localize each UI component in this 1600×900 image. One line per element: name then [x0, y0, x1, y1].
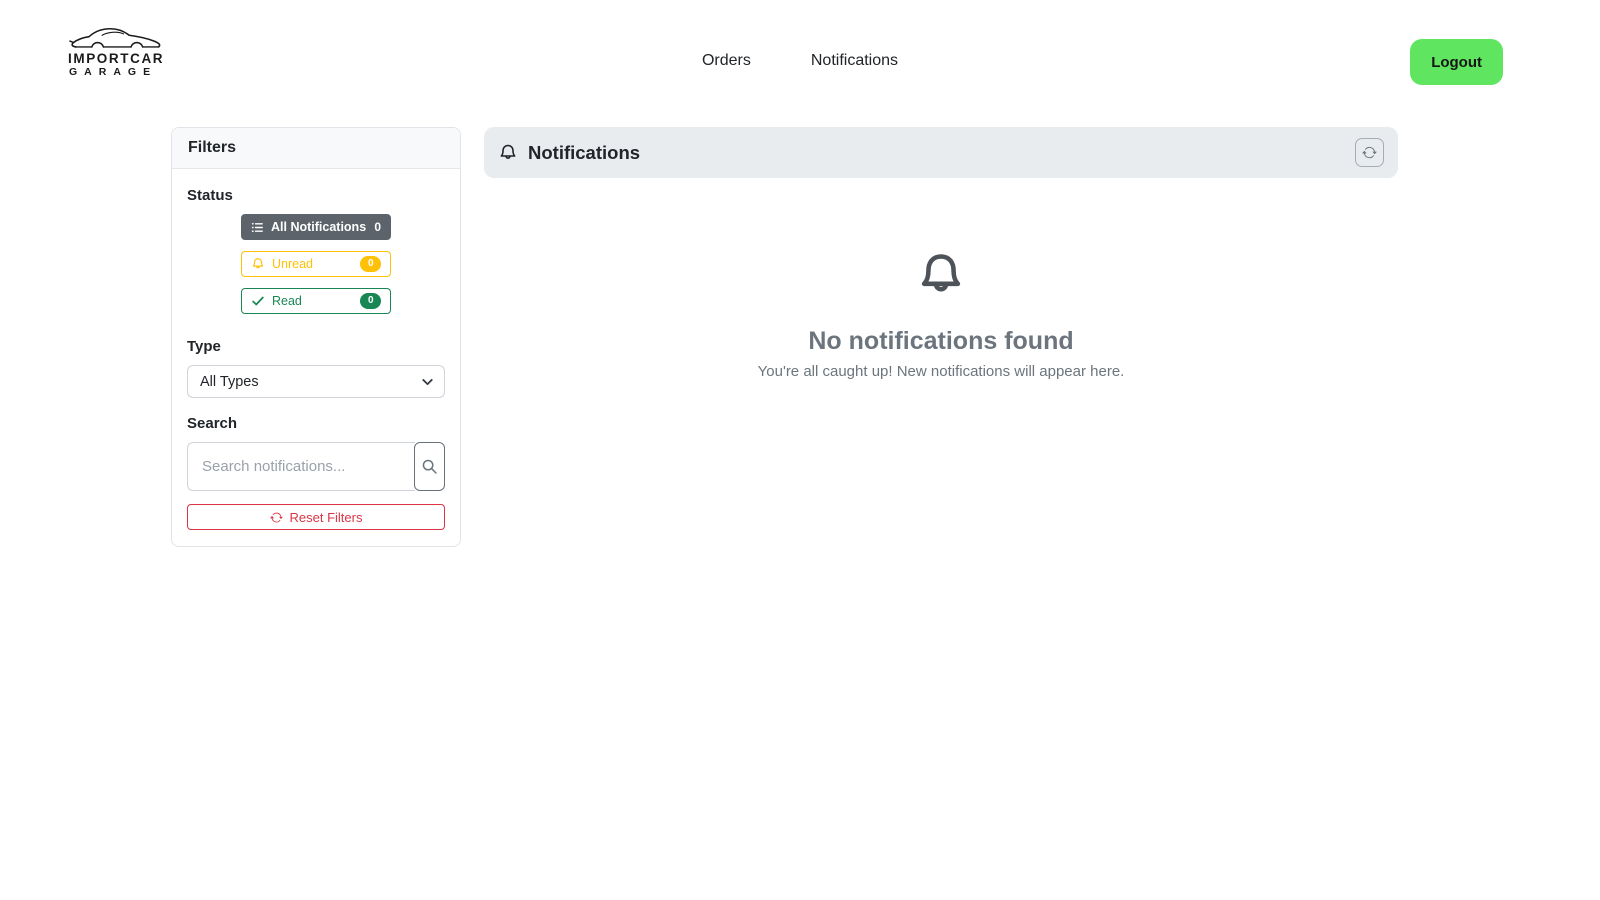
refresh-button[interactable] [1355, 138, 1384, 167]
refresh-icon [269, 511, 283, 524]
type-label: Type [187, 338, 221, 355]
type-select-wrap: All Types [187, 365, 445, 398]
empty-state-subtitle: You're all caught up! New notifications … [757, 363, 1125, 380]
nav-orders[interactable]: Orders [702, 52, 751, 70]
reset-filters-button[interactable]: Reset Filters [187, 504, 445, 530]
filters-title: Filters [172, 128, 460, 169]
search-label: Search [187, 415, 238, 432]
reset-filters-label: Reset Filters [289, 509, 363, 525]
filter-label: All Notifications [271, 219, 367, 234]
status-filter-group: All Notifications 0 Unread 0 Read 0 [241, 214, 391, 314]
brand-name: IMPORTCAR [68, 51, 165, 66]
nav-notifications[interactable]: Notifications [811, 52, 898, 70]
filter-label: Unread [272, 256, 313, 271]
filter-label: Read [272, 293, 302, 308]
empty-state-title: No notifications found [808, 327, 1074, 355]
app-header: IMPORTCAR GARAGE Orders Notifications Lo… [0, 0, 1600, 103]
refresh-icon [1362, 145, 1377, 160]
main-nav: Orders Notifications [702, 52, 898, 70]
filter-read-button[interactable]: Read 0 [241, 288, 391, 314]
bell-icon [251, 257, 265, 271]
notifications-header-bar: Notifications [484, 127, 1398, 178]
panel-title: Notifications [528, 141, 641, 163]
search-button[interactable] [414, 442, 445, 491]
notifications-panel: Notifications No notifications found You… [484, 127, 1398, 380]
search-group [187, 442, 445, 491]
list-icon [251, 221, 264, 234]
count-badge: 0 [360, 293, 381, 309]
brand-subname: GARAGE [69, 66, 158, 79]
filters-panel: Filters Status All Notifications 0 Unrea… [171, 127, 461, 547]
search-icon [421, 458, 438, 475]
type-select[interactable]: All Types [187, 365, 445, 398]
status-label: Status [187, 187, 233, 204]
content-area: Filters Status All Notifications 0 Unrea… [0, 103, 1600, 547]
brand-logo[interactable]: IMPORTCAR GARAGE [68, 25, 166, 79]
car-icon [68, 25, 166, 53]
filter-all-notifications-button[interactable]: All Notifications 0 [241, 214, 391, 240]
check-icon [251, 294, 265, 308]
filters-body: Status All Notifications 0 Unread 0 Read… [172, 169, 460, 546]
logout-button[interactable]: Logout [1410, 39, 1503, 85]
search-input[interactable] [187, 442, 415, 491]
filter-unread-button[interactable]: Unread 0 [241, 251, 391, 277]
count-badge: 0 [360, 256, 381, 272]
bell-icon [915, 250, 967, 307]
empty-state: No notifications found You're all caught… [484, 178, 1398, 380]
filter-count: 0 [374, 220, 381, 234]
bell-icon [498, 143, 518, 163]
